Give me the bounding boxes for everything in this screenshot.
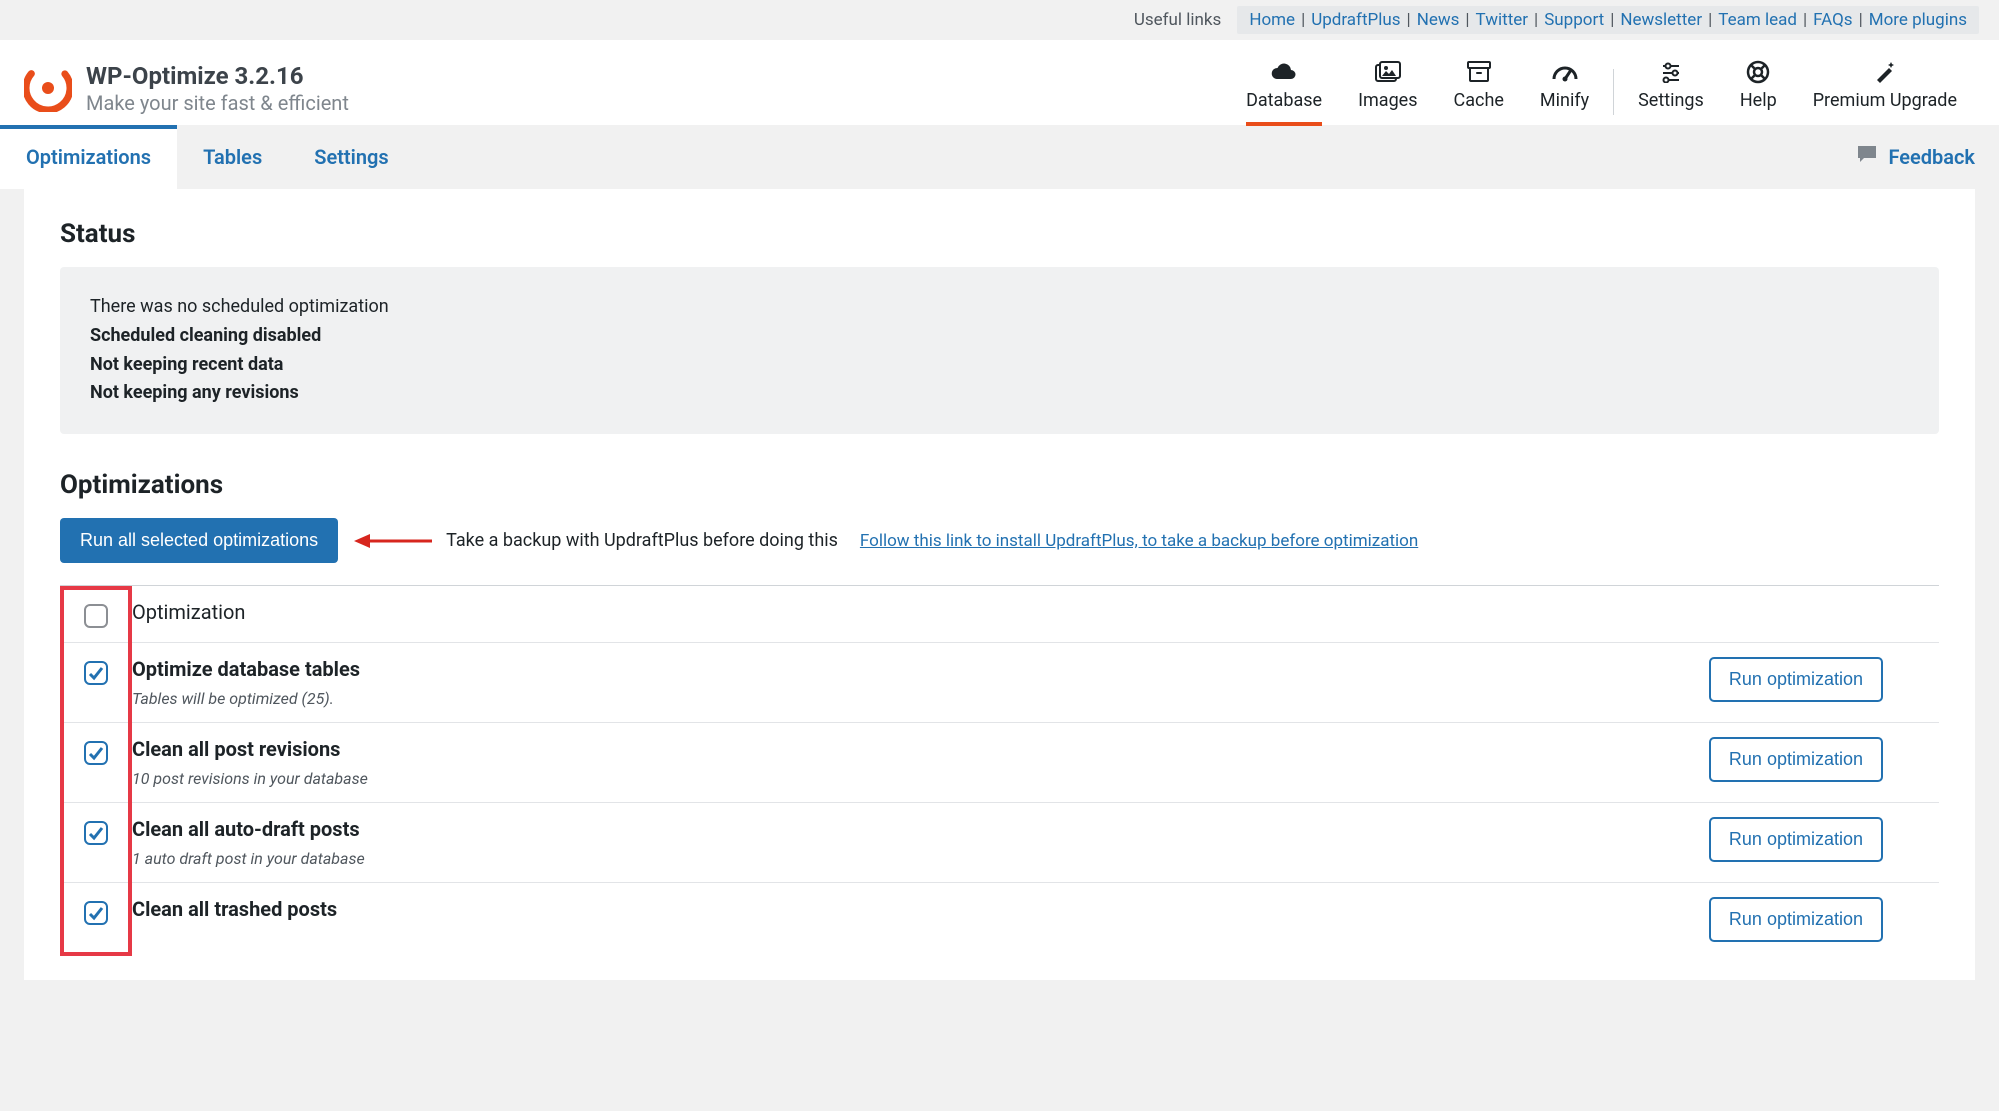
nav-label: Images xyxy=(1358,90,1417,111)
subtab-tables[interactable]: Tables xyxy=(177,125,288,189)
row-title: Clean all auto-draft posts xyxy=(132,817,1709,841)
arrow-annotation-icon xyxy=(354,530,434,552)
status-line-3: Not keeping recent data xyxy=(90,351,1909,380)
nav-premium-upgrade[interactable]: Premium Upgrade xyxy=(1795,52,1975,125)
run-optimization-button[interactable]: Run optimization xyxy=(1709,897,1883,942)
wand-icon xyxy=(1873,58,1897,86)
subtab-optimizations[interactable]: Optimizations xyxy=(0,125,177,189)
status-box: There was no scheduled optimization Sche… xyxy=(60,267,1939,434)
page-content: Status There was no scheduled optimizati… xyxy=(24,189,1975,980)
useful-link-team-lead[interactable]: Team lead xyxy=(1718,10,1797,30)
cloud-icon xyxy=(1271,58,1297,86)
useful-link-support[interactable]: Support xyxy=(1544,10,1604,30)
row-checkbox[interactable] xyxy=(84,821,108,845)
run-all-row: Run all selected optimizations Take a ba… xyxy=(60,518,1939,563)
brand: WP-Optimize 3.2.16 Make your site fast &… xyxy=(24,62,349,115)
run-optimization-button[interactable]: Run optimization xyxy=(1709,737,1883,782)
run-optimization-button[interactable]: Run optimization xyxy=(1709,817,1883,862)
brand-subtitle: Make your site fast & efficient xyxy=(86,91,349,115)
row-title: Optimize database tables xyxy=(132,657,1709,681)
nav-database[interactable]: Database xyxy=(1228,52,1340,125)
main-nav: Database Images Cache Minify Settings xyxy=(1228,52,1975,125)
nav-settings[interactable]: Settings xyxy=(1620,52,1722,125)
nav-separator xyxy=(1613,69,1614,115)
status-line-4: Not keeping any revisions xyxy=(90,379,1909,408)
row-checkbox[interactable] xyxy=(84,661,108,685)
table-row: Optimize database tables Tables will be … xyxy=(60,643,1939,723)
brand-logo-icon xyxy=(24,64,72,112)
useful-links-label: Useful links xyxy=(1134,10,1222,30)
nav-images[interactable]: Images xyxy=(1340,52,1435,125)
table-row: Clean all trashed posts Run optimization xyxy=(60,883,1939,956)
nav-help[interactable]: Help xyxy=(1722,52,1795,125)
useful-link-faqs[interactable]: FAQs xyxy=(1813,10,1852,30)
subtabs: Optimizations Tables Settings xyxy=(0,125,415,189)
life-ring-icon xyxy=(1746,58,1770,86)
sliders-icon xyxy=(1660,58,1682,86)
useful-link-newsletter[interactable]: Newsletter xyxy=(1620,10,1702,30)
run-all-button[interactable]: Run all selected optimizations xyxy=(60,518,338,563)
row-subtitle: Tables will be optimized (25). xyxy=(132,689,1709,708)
nav-label: Premium Upgrade xyxy=(1813,90,1957,111)
row-subtitle: 1 auto draft post in your database xyxy=(132,849,1709,868)
optimizations-header-label: Optimization xyxy=(132,600,1883,624)
nav-minify[interactable]: Minify xyxy=(1522,52,1607,125)
nav-label: Cache xyxy=(1454,90,1504,111)
comment-icon xyxy=(1856,144,1878,170)
feedback-link[interactable]: Feedback xyxy=(1856,144,1999,170)
useful-link-home[interactable]: Home xyxy=(1249,10,1295,30)
useful-link-updraftplus[interactable]: UpdraftPlus xyxy=(1311,10,1400,30)
nav-cache[interactable]: Cache xyxy=(1436,52,1522,125)
subtabs-row: Optimizations Tables Settings Feedback xyxy=(0,125,1999,189)
useful-link-more-plugins[interactable]: More plugins xyxy=(1869,10,1967,30)
backup-prefix-text: Take a backup with UpdraftPlus before do… xyxy=(446,530,838,551)
useful-link-twitter[interactable]: Twitter xyxy=(1476,10,1528,30)
run-optimization-button[interactable]: Run optimization xyxy=(1709,657,1883,702)
gauge-icon xyxy=(1552,58,1578,86)
archive-icon xyxy=(1467,58,1491,86)
table-row: Clean all auto-draft posts 1 auto draft … xyxy=(60,803,1939,883)
nav-label: Minify xyxy=(1540,90,1589,111)
nav-label: Settings xyxy=(1638,90,1704,111)
nav-label: Help xyxy=(1740,90,1777,111)
nav-label: Database xyxy=(1246,90,1322,111)
brand-title: WP-Optimize 3.2.16 xyxy=(86,62,349,91)
useful-link-news[interactable]: News xyxy=(1417,10,1460,30)
row-subtitle: 10 post revisions in your database xyxy=(132,769,1709,788)
images-icon xyxy=(1375,58,1401,86)
select-all-checkbox[interactable] xyxy=(84,604,108,628)
main-header: WP-Optimize 3.2.16 Make your site fast &… xyxy=(0,40,1999,125)
status-title: Status xyxy=(60,219,1939,249)
table-row: Clean all post revisions 10 post revisio… xyxy=(60,723,1939,803)
optimizations-table-header: Optimization xyxy=(60,586,1939,643)
row-checkbox[interactable] xyxy=(84,901,108,925)
useful-links-pill: Home| UpdraftPlus| News| Twitter| Suppor… xyxy=(1237,6,1979,34)
row-title: Clean all trashed posts xyxy=(132,897,1709,921)
install-updraftplus-link[interactable]: Follow this link to install UpdraftPlus,… xyxy=(860,531,1418,551)
feedback-label: Feedback xyxy=(1888,145,1975,169)
row-checkbox[interactable] xyxy=(84,741,108,765)
status-line-2: Scheduled cleaning disabled xyxy=(90,322,1909,351)
optimizations-title: Optimizations xyxy=(60,470,1939,500)
useful-links-bar: Useful links Home| UpdraftPlus| News| Tw… xyxy=(0,0,1999,40)
row-title: Clean all post revisions xyxy=(132,737,1709,761)
optimizations-table: Optimization Optimize database tables Ta… xyxy=(60,585,1939,956)
subtab-settings[interactable]: Settings xyxy=(288,125,414,189)
status-line-1: There was no scheduled optimization xyxy=(90,293,1909,322)
